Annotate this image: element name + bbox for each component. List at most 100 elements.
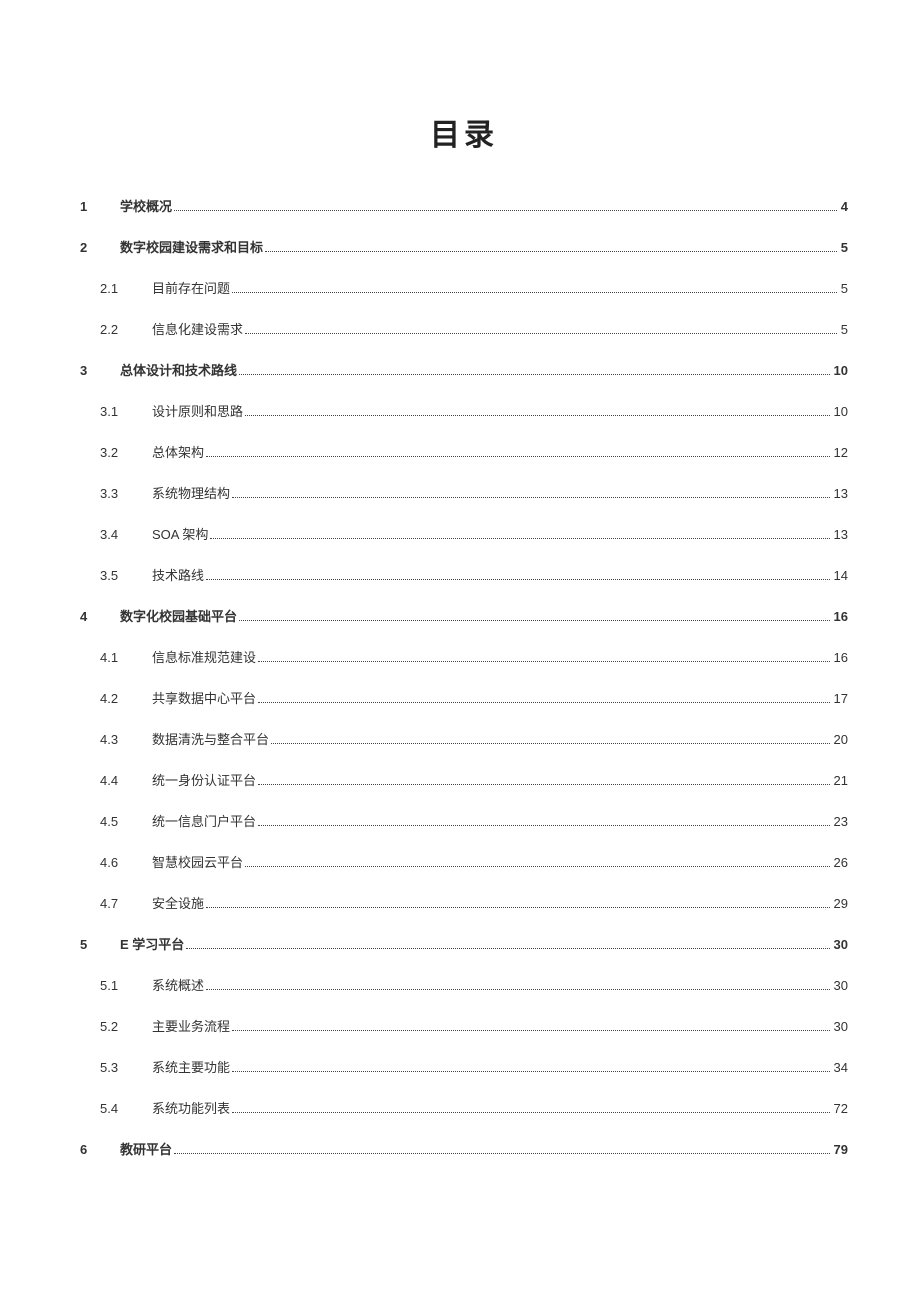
toc-leader-dots [258,661,830,662]
toc-entry: 2.1目前存在问题5 [80,278,848,297]
toc-entry-number: 2.2 [100,322,152,337]
toc-entry-label: 统一身份认证平台 [152,770,256,789]
toc-entry-label: 系统功能列表 [152,1098,230,1117]
toc-leader-dots [186,948,829,949]
toc-entry-label: SOA 架构 [152,524,208,543]
toc-title: 目录 [80,110,848,154]
toc-entry-label: 共享数据中心平台 [152,688,256,707]
toc-entry: 4.3数据清洗与整合平台 20 [80,729,848,748]
toc-entry-label: 数字校园建设需求和目标 [120,237,263,256]
toc-entry-page: 16 [834,650,848,665]
toc-entry-page: 30 [834,978,848,993]
toc-entry-label: 数据清洗与整合平台 [152,729,269,748]
toc-entry: 5E 学习平台30 [80,934,848,953]
toc-entry: 4.2共享数据中心平台 17 [80,688,848,707]
toc-entry: 4数字化校园基础平台 16 [80,606,848,625]
toc-entry-label: 系统概述 [152,975,204,994]
toc-entry-page: 10 [834,363,848,378]
toc-entry: 3.2总体架构 12 [80,442,848,461]
toc-entry-page: 4 [841,199,848,214]
toc-entry-label: 设计原则和思路 [152,401,243,420]
toc-entry: 6教研平台79 [80,1139,848,1158]
toc-leader-dots [258,825,830,826]
toc-entry: 3.1设计原则和思路 10 [80,401,848,420]
toc-entry: 4.6智慧校园云平台26 [80,852,848,871]
toc-entry-number: 1 [80,199,120,214]
toc-entry-label: 主要业务流程 [152,1016,230,1035]
toc-leader-dots [245,866,830,867]
toc-leader-dots [265,251,837,252]
toc-leader-dots [258,784,830,785]
toc-entry: 4.4统一身份认证平台 21 [80,770,848,789]
toc-entry: 1学校概况 4 [80,196,848,215]
toc-entry-page: 10 [834,404,848,419]
toc-entry: 3.4SOA 架构13 [80,524,848,543]
toc-entry: 5.1系统概述 30 [80,975,848,994]
toc-entry: 4.7安全设施29 [80,893,848,912]
toc-entry-number: 4.1 [100,650,152,665]
toc-entry: 2数字校园建设需求和目标 5 [80,237,848,256]
toc-entry-label: 总体架构 [152,442,204,461]
toc-leader-dots [210,538,829,539]
toc-entry: 4.1信息标准规范建设 16 [80,647,848,666]
toc-leader-dots [245,415,830,416]
toc-entry: 3.5技术路线14 [80,565,848,584]
toc-entry-page: 13 [834,486,848,501]
toc-entry-number: 4.2 [100,691,152,706]
toc-entry: 5.3系统主要功能 34 [80,1057,848,1076]
toc-entry-label: 信息化建设需求 [152,319,243,338]
toc-entry-label: 学校概况 [120,196,172,215]
toc-leader-dots [206,907,830,908]
toc-entry-number: 4.4 [100,773,152,788]
toc-entry-page: 12 [834,445,848,460]
toc-entry-label: 系统主要功能 [152,1057,230,1076]
toc-container: 1学校概况42数字校园建设需求和目标52.1目前存在问题52.2信息化建设需求5… [80,196,848,1158]
toc-entry-page: 72 [834,1101,848,1116]
toc-leader-dots [239,620,830,621]
toc-entry-label: 智慧校园云平台 [152,852,243,871]
toc-entry-page: 5 [841,281,848,296]
toc-entry-label: 安全设施 [152,893,204,912]
toc-entry-page: 13 [834,527,848,542]
toc-leader-dots [206,456,830,457]
toc-entry: 5.4系统功能列表72 [80,1098,848,1117]
toc-leader-dots [232,1112,830,1113]
toc-entry-number: 3.2 [100,445,152,460]
toc-entry-number: 4 [80,609,120,624]
toc-leader-dots [232,292,837,293]
toc-leader-dots [271,743,830,744]
toc-entry-number: 5.2 [100,1019,152,1034]
toc-entry-page: 5 [841,322,848,337]
toc-entry-label: 统一信息门户平台 [152,811,256,830]
toc-entry-page: 34 [834,1060,848,1075]
toc-entry: 3总体设计和技术路线10 [80,360,848,379]
toc-leader-dots [258,702,830,703]
toc-entry-number: 3.1 [100,404,152,419]
toc-entry-number: 4.7 [100,896,152,911]
toc-entry-number: 3.5 [100,568,152,583]
toc-leader-dots [206,579,830,580]
toc-entry-number: 4.3 [100,732,152,747]
toc-entry-number: 5 [80,937,120,952]
toc-entry-number: 6 [80,1142,120,1157]
toc-entry-page: 30 [834,1019,848,1034]
toc-entry-page: 23 [834,814,848,829]
toc-entry-label: 教研平台 [120,1139,172,1158]
toc-entry: 3.3系统物理结构13 [80,483,848,502]
toc-leader-dots [239,374,830,375]
toc-entry-page: 16 [834,609,848,624]
toc-entry-number: 3.3 [100,486,152,501]
toc-entry-label: 信息标准规范建设 [152,647,256,666]
toc-entry-page: 5 [841,240,848,255]
toc-entry-number: 5.3 [100,1060,152,1075]
toc-entry-label: 数字化校园基础平台 [120,606,237,625]
toc-entry-number: 2 [80,240,120,255]
toc-leader-dots [232,1071,830,1072]
toc-entry-page: 17 [834,691,848,706]
toc-entry-page: 20 [834,732,848,747]
toc-leader-dots [174,210,837,211]
toc-entry-number: 4.5 [100,814,152,829]
toc-entry-page: 26 [834,855,848,870]
toc-entry-number: 5.1 [100,978,152,993]
toc-entry-page: 21 [834,773,848,788]
